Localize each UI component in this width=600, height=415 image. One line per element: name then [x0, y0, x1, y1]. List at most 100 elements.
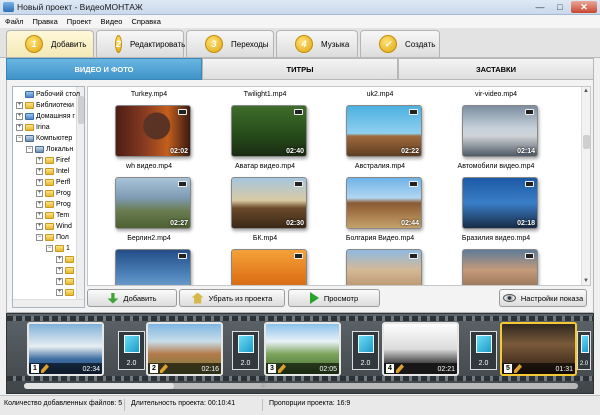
media-file-item[interactable]: Австралия.mp4 02:44	[324, 163, 436, 233]
expand-icon[interactable]: +	[36, 157, 43, 164]
video-thumbnail[interactable]: 02:18	[462, 177, 538, 229]
media-file-item[interactable]: БК.mp4	[209, 235, 321, 285]
tree-item[interactable]: + Perfl	[36, 177, 70, 188]
scroll-up-icon[interactable]: ▲	[583, 88, 589, 94]
media-file-item[interactable]: wh видео.mp4 02:27	[93, 163, 205, 233]
tree-item[interactable]: + Firef	[36, 155, 70, 166]
expand-icon[interactable]: −	[46, 245, 53, 252]
expand-icon[interactable]: +	[56, 278, 63, 285]
video-thumbnail[interactable]: 02:40	[231, 105, 307, 157]
tab-transitions[interactable]: 3 Переходы	[186, 30, 274, 57]
tab-add[interactable]: 1 Добавить	[6, 30, 94, 57]
remove-from-project-button[interactable]: Убрать из проекта	[179, 289, 285, 307]
expand-icon[interactable]: +	[56, 289, 63, 296]
video-thumbnail[interactable]	[231, 249, 307, 285]
preview-button[interactable]: Просмотр	[288, 289, 380, 307]
tree-item[interactable]: − Пол	[36, 232, 69, 243]
expand-icon[interactable]: +	[16, 113, 23, 120]
media-file-item[interactable]: Бразилия видео.mp4	[440, 235, 552, 285]
video-thumbnail[interactable]: 02:27	[115, 177, 191, 229]
tree-item[interactable]: + Wind	[36, 221, 72, 232]
timeline-slide[interactable]: 1 02:34	[27, 322, 104, 376]
expand-icon[interactable]: +	[16, 102, 23, 109]
video-thumbnail[interactable]: 02:14	[462, 105, 538, 157]
menu-edit[interactable]: Правка	[32, 15, 57, 28]
expand-icon[interactable]: +	[16, 124, 23, 131]
tab-create[interactable]: ✓ Создать	[360, 30, 440, 57]
timeline-slide[interactable]: 5 01:31	[500, 322, 577, 376]
tree-horizontal-scrollbar[interactable]	[13, 299, 84, 307]
tree-item[interactable]: Рабочий стол	[16, 89, 80, 100]
media-file-item[interactable]: Автомобили видео.mp4 02:18	[440, 163, 552, 233]
transition-block[interactable]: 2.0	[577, 331, 591, 370]
show-settings-button[interactable]: Настройки показа	[499, 289, 587, 307]
folder-tree[interactable]: Рабочий стол + Библиотеки + Домашняя г + Irina…	[12, 86, 85, 308]
tree-item[interactable]: +	[56, 276, 76, 287]
tab-music[interactable]: 4 Музыка	[276, 30, 358, 57]
media-file-item[interactable]: Аватар видео.mp4 02:30	[209, 163, 321, 233]
tree-scroll-thumb[interactable]	[78, 96, 84, 124]
add-button[interactable]: Добавить	[87, 289, 177, 307]
menu-project[interactable]: Проект	[67, 15, 92, 28]
tab-edit[interactable]: 2 Редактировать	[96, 30, 185, 57]
expand-icon[interactable]: −	[16, 135, 23, 142]
expand-icon[interactable]: +	[36, 223, 43, 230]
transition-block[interactable]: 2.0	[232, 331, 259, 370]
tree-item[interactable]: +	[56, 265, 76, 276]
tree-item[interactable]: −1	[46, 243, 70, 254]
video-thumbnail[interactable]	[115, 249, 191, 285]
menu-video[interactable]: Видео	[101, 15, 123, 28]
media-file-item[interactable]: vir-video.mp4 02:14	[440, 91, 552, 161]
expand-icon[interactable]: +	[36, 201, 43, 208]
media-file-item[interactable]: Twilight1.mp4 02:40	[209, 91, 321, 161]
close-button[interactable]: ✕	[571, 1, 597, 13]
grid-scrollbar[interactable]: ▲ ▼	[581, 87, 590, 285]
grid-scroll-thumb[interactable]	[583, 135, 590, 149]
expand-icon[interactable]: +	[56, 256, 63, 263]
timeline-scrollbar[interactable]: ⁞⁞⁞	[24, 383, 578, 389]
tree-item[interactable]: − Компьютер	[16, 133, 72, 144]
menu-file[interactable]: Файл	[5, 15, 23, 28]
video-thumbnail[interactable]	[462, 249, 538, 285]
expand-icon[interactable]: +	[56, 267, 63, 274]
maximize-button[interactable]: □	[551, 1, 569, 13]
expand-icon[interactable]: +	[36, 190, 43, 197]
video-thumbnail[interactable]	[346, 249, 422, 285]
menu-help[interactable]: Справка	[131, 15, 160, 28]
transition-block[interactable]: 2.0	[118, 331, 145, 370]
expand-icon[interactable]: −	[26, 146, 33, 153]
tree-item[interactable]: + Библиотеки	[16, 100, 74, 111]
timeline-slide[interactable]: 2 02:16	[146, 322, 223, 376]
tree-item[interactable]: + Tem	[36, 210, 69, 221]
transition-block[interactable]: 2.0	[352, 331, 379, 370]
subtab-titles[interactable]: ТИТРЫ	[202, 58, 398, 80]
tree-item[interactable]: + Prog	[36, 188, 71, 199]
video-thumbnail[interactable]: 02:02	[115, 105, 191, 157]
tree-item[interactable]: +	[56, 287, 76, 298]
expand-icon[interactable]: −	[36, 234, 43, 241]
subtab-video-photo[interactable]: ВИДЕО И ФОТО	[6, 58, 202, 80]
expand-icon[interactable]: +	[36, 179, 43, 186]
scroll-down-icon[interactable]: ▼	[583, 278, 589, 284]
transition-block[interactable]: 2.0	[470, 331, 497, 370]
tree-item[interactable]: + Домашняя г	[16, 111, 75, 122]
timeline-slide[interactable]: 4 02:21	[382, 322, 459, 376]
video-thumbnail[interactable]: 02:30	[231, 177, 307, 229]
tree-item[interactable]: + Intel	[36, 166, 69, 177]
tree-item[interactable]: +	[56, 254, 76, 265]
tree-scrollbar[interactable]	[76, 87, 84, 307]
expand-icon[interactable]: +	[36, 168, 43, 175]
video-thumbnail[interactable]: 02:44	[346, 177, 422, 229]
timeline-scroll-thumb[interactable]	[24, 383, 174, 389]
expand-icon[interactable]: +	[36, 212, 43, 219]
tree-item[interactable]: + Irina	[16, 122, 50, 133]
tree-item[interactable]: + Prog	[36, 199, 71, 210]
timeline-slide[interactable]: 3 02:05	[264, 322, 341, 376]
minimize-button[interactable]: —	[531, 1, 549, 13]
video-thumbnail[interactable]: 02:22	[346, 105, 422, 157]
tree-item[interactable]: − Локальн	[26, 144, 73, 155]
media-file-item[interactable]: Turkey.mp4 02:02	[93, 91, 205, 161]
media-file-item[interactable]: Болгария Видео.mp4	[324, 235, 436, 285]
media-file-item[interactable]: Берлин2.mp4	[93, 235, 205, 285]
media-file-item[interactable]: uk2.mp4 02:22	[324, 91, 436, 161]
